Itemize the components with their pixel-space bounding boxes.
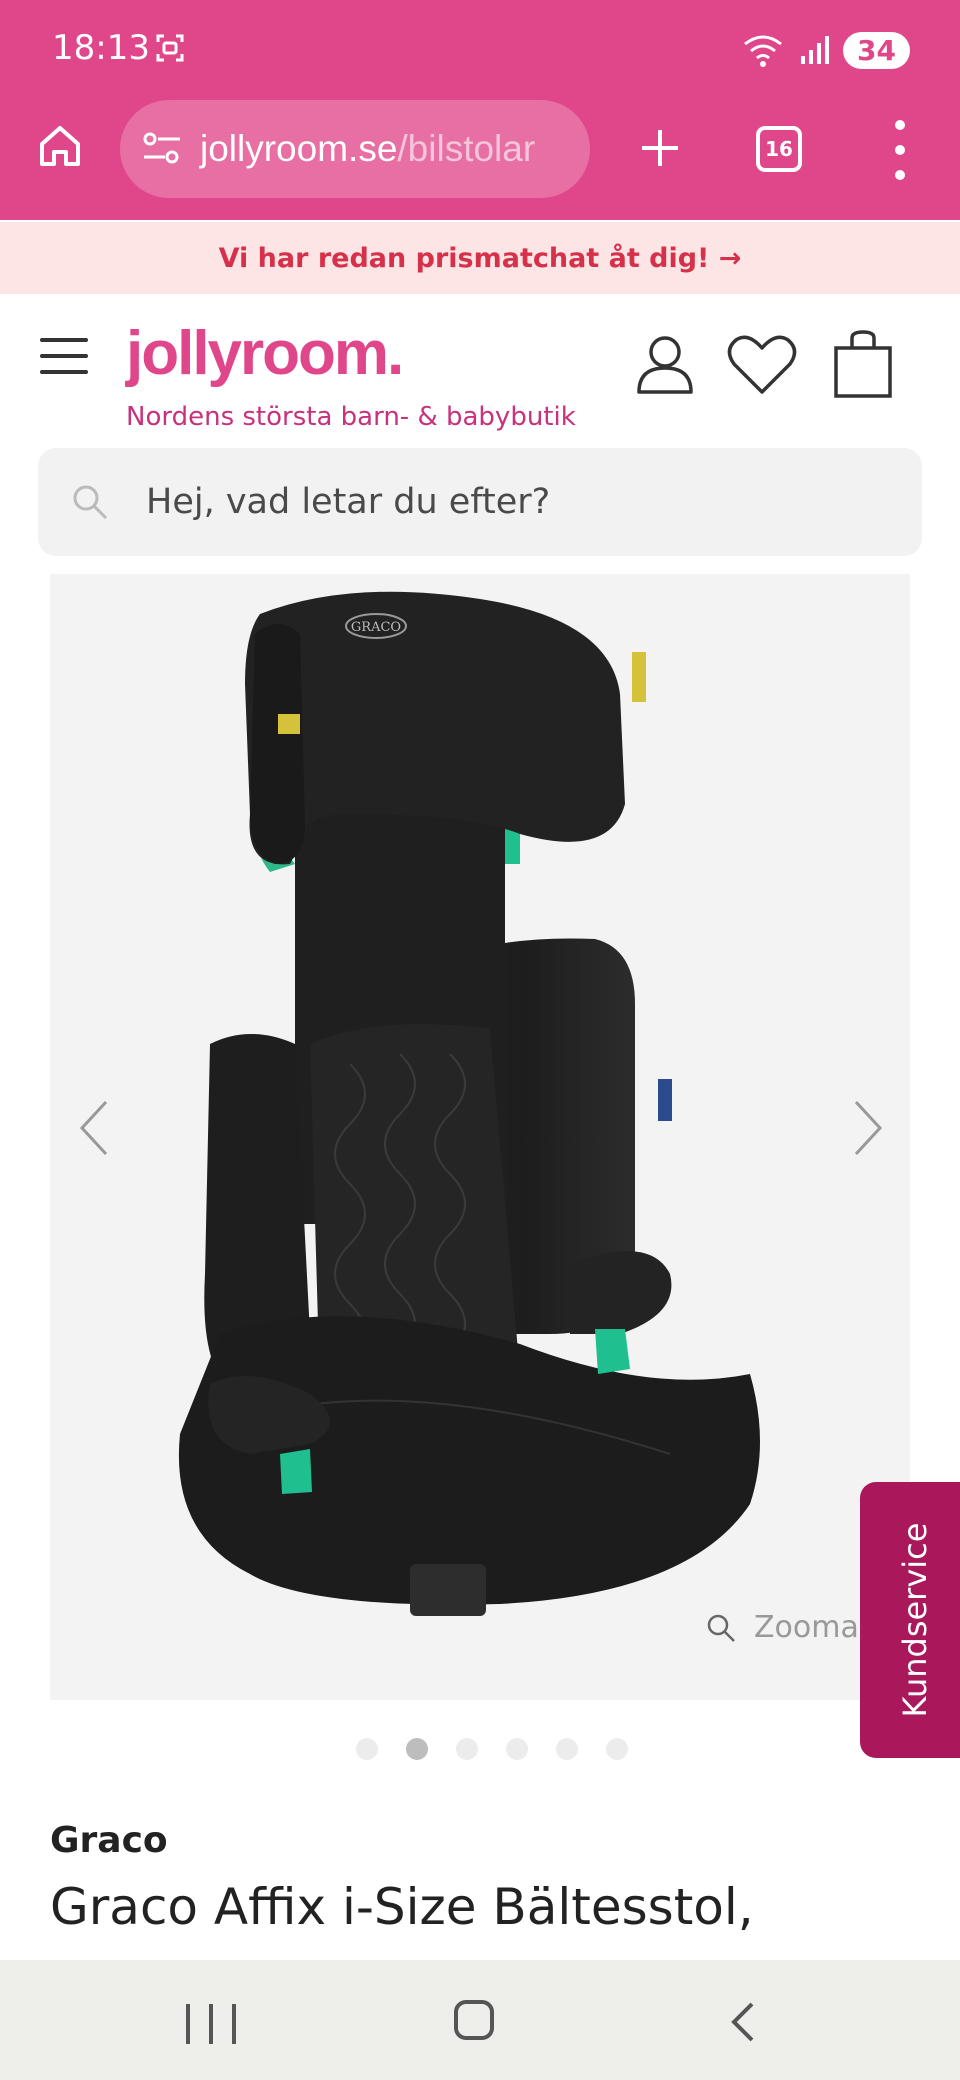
zoom-button[interactable]: Zooma xyxy=(706,1610,859,1645)
system-home-button[interactable] xyxy=(454,2000,494,2040)
site-settings-icon[interactable] xyxy=(140,127,184,171)
browser-menu-button[interactable] xyxy=(880,120,920,180)
home-icon xyxy=(40,126,80,166)
kundservice-tab[interactable]: Kundservice xyxy=(860,1482,960,1758)
hamburger-menu-icon[interactable] xyxy=(40,338,88,374)
site-logo[interactable]: jollyroom. xyxy=(126,318,404,389)
pagination-dot[interactable] xyxy=(506,1738,528,1760)
search-placeholder[interactable]: Hej, vad letar du efter? xyxy=(146,482,550,522)
screen-record-icon xyxy=(156,34,184,62)
new-tab-button[interactable] xyxy=(628,116,692,180)
recent-apps-button[interactable] xyxy=(186,2004,236,2044)
browser-home-button[interactable] xyxy=(30,116,90,176)
signal-icon xyxy=(801,36,830,64)
graco-logo-on-seat: GRACO xyxy=(351,620,401,635)
product-image: GRACO xyxy=(178,591,760,1616)
pagination-dot[interactable] xyxy=(556,1738,578,1760)
pagination-dot[interactable] xyxy=(456,1738,478,1760)
url-text: jollyroom.se/bilstolar xyxy=(200,128,535,170)
address-bar[interactable]: jollyroom.se/bilstolar xyxy=(120,100,590,198)
product-title: Graco Affix i-Size Bältesstol, xyxy=(50,1878,754,1936)
next-image-arrow-icon[interactable] xyxy=(848,1098,888,1158)
plus-icon xyxy=(642,130,678,166)
site-tagline: Nordens största barn- & babybutik xyxy=(126,402,576,432)
status-time: 18:13 xyxy=(52,28,150,68)
url-domain: jollyroom.se xyxy=(200,128,398,169)
pagination-dot[interactable] xyxy=(356,1738,378,1760)
status-indicators: 34 xyxy=(741,28,910,72)
back-button-icon[interactable] xyxy=(728,2000,758,2044)
wifi-icon xyxy=(744,35,782,67)
account-icon[interactable] xyxy=(634,332,696,394)
heart-icon[interactable] xyxy=(726,334,798,396)
promo-banner[interactable]: Vi har redan prismatchat åt dig! → xyxy=(0,222,960,294)
url-path: /bilstolar xyxy=(397,128,536,169)
pagination-dot[interactable] xyxy=(406,1738,428,1760)
zoom-label: Zooma xyxy=(754,1610,859,1645)
search-icon xyxy=(73,485,108,520)
promo-text[interactable]: Vi har redan prismatchat åt dig! → xyxy=(219,243,742,274)
product-brand[interactable]: Graco xyxy=(50,1820,168,1861)
shopping-bag-icon[interactable] xyxy=(832,330,894,398)
pagination-dot[interactable] xyxy=(606,1738,628,1760)
zoom-icon xyxy=(707,1614,735,1642)
r129-label xyxy=(658,1079,672,1121)
search-bar[interactable]: Hej, vad letar du efter? xyxy=(38,448,922,556)
tab-switcher-button[interactable]: 16 xyxy=(756,126,802,172)
previous-image-arrow-icon[interactable] xyxy=(74,1098,114,1158)
kundservice-label: Kundservice xyxy=(896,1522,934,1718)
product-image-gallery[interactable]: GRACO xyxy=(50,574,910,1700)
gallery-pagination[interactable] xyxy=(356,1738,628,1760)
battery-level: 34 xyxy=(843,31,910,69)
